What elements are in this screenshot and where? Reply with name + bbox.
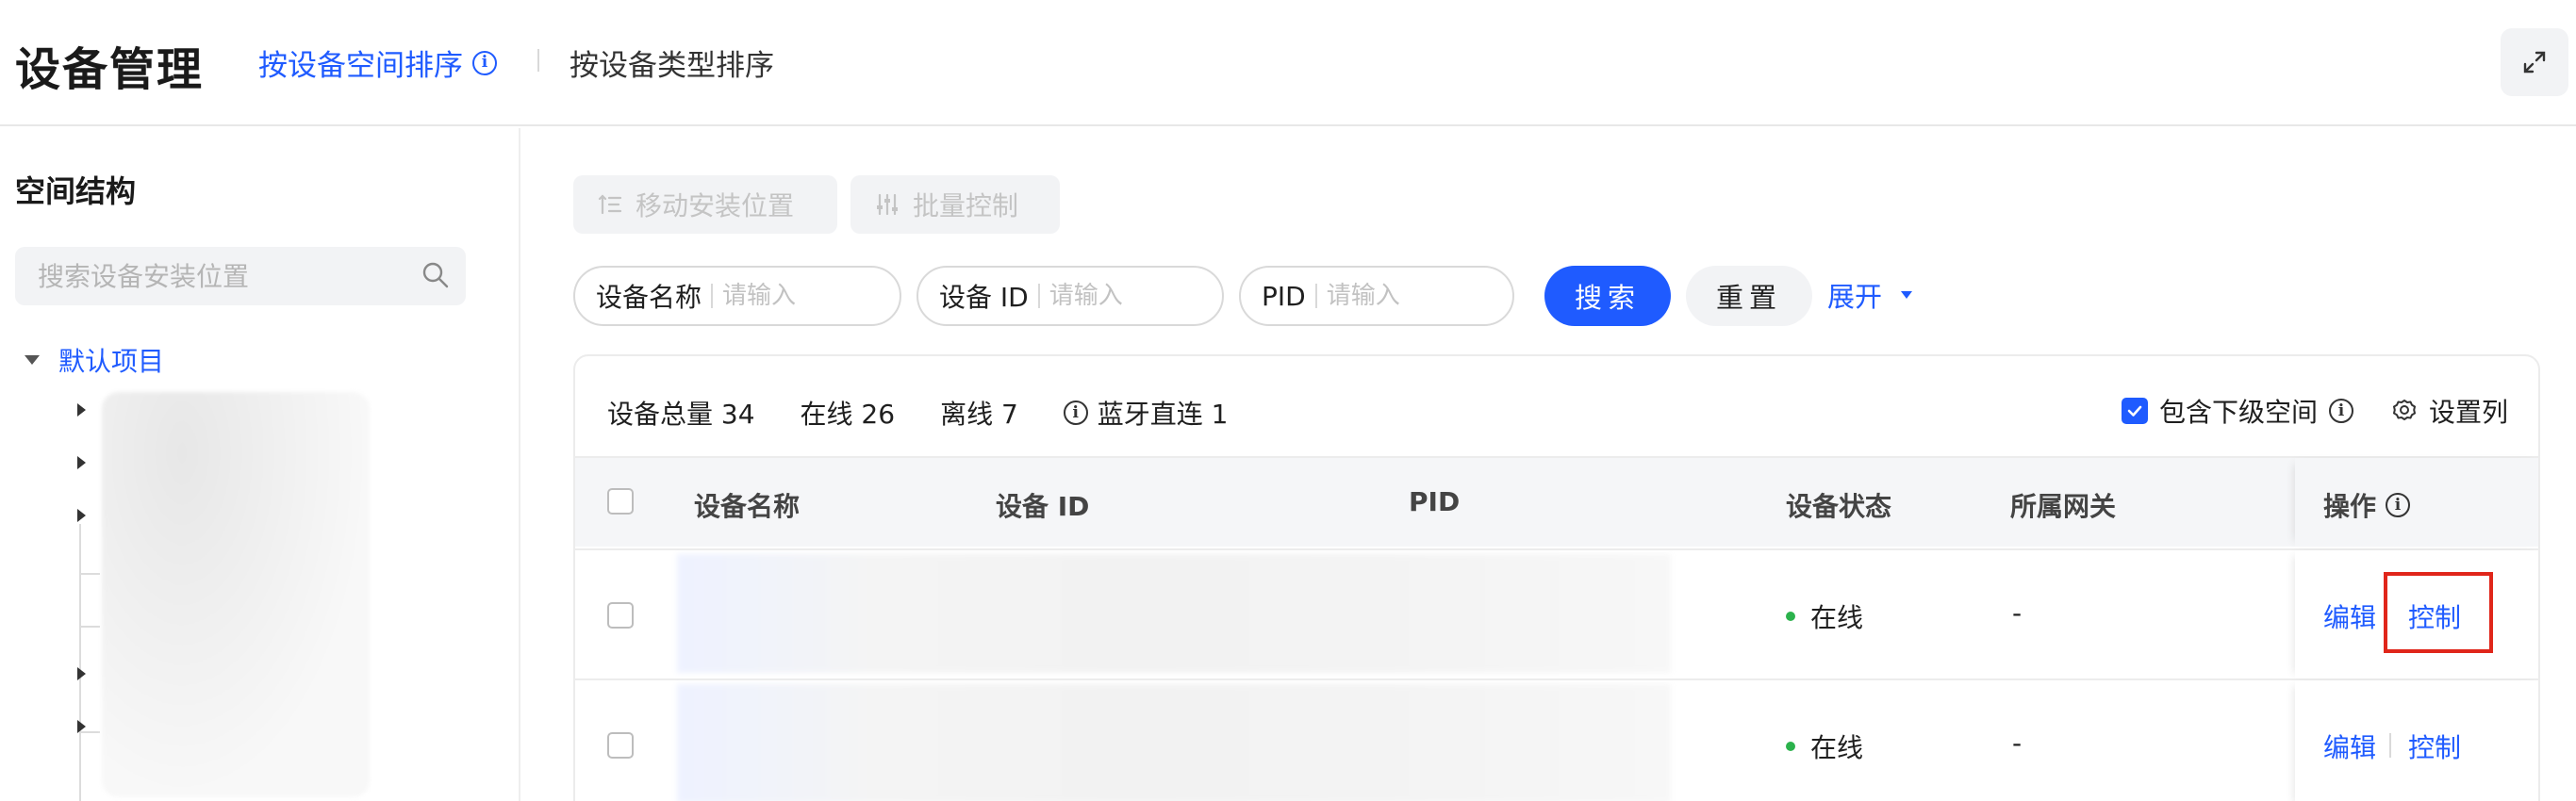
tree-connector xyxy=(79,626,100,628)
caret-right-icon[interactable] xyxy=(77,456,86,469)
tree-node-label: 默认项目 xyxy=(58,346,165,377)
pid-filter: PID xyxy=(1239,266,1514,326)
include-subspace-label: 包含下级空间 xyxy=(2158,397,2318,428)
op-column-header: 操作 i xyxy=(2295,458,2538,547)
edit-link[interactable]: 编辑 xyxy=(2323,597,2376,635)
stat-total: 设备总量 34 xyxy=(607,399,755,430)
blurred-device-info xyxy=(677,554,1671,673)
info-icon[interactable]: i xyxy=(1063,400,1088,425)
device-stats: 设备总量 34 在线 26 离线 7 i 蓝牙直连 1 xyxy=(607,394,1229,432)
set-columns-button[interactable]: 设置列 xyxy=(2391,392,2508,430)
tab-sort-by-type[interactable]: 按设备类型排序 xyxy=(570,41,774,84)
device-status: 在线 xyxy=(1786,727,1863,765)
row-checkbox[interactable] xyxy=(607,602,634,629)
blurred-device-info xyxy=(677,684,1671,801)
expand-icon xyxy=(2523,51,2546,74)
op-cell: 编辑 控制 xyxy=(2295,680,2538,801)
table-header: 设备名称 设备 ID PID 设备状态 所属网关 操作 i xyxy=(575,456,2538,547)
col-operations: 操作 i xyxy=(2323,486,2411,524)
tree-node-default-project[interactable]: 默认项目 xyxy=(25,341,164,379)
sidebar-title: 空间结构 xyxy=(15,173,137,209)
device-name-filter: 设备名称 xyxy=(573,266,901,326)
search-button[interactable]: 搜索 xyxy=(1544,266,1671,326)
fullscreen-button[interactable] xyxy=(2501,28,2568,96)
move-location-label: 移动安装位置 xyxy=(636,190,795,221)
col-operations-label: 操作 xyxy=(2323,491,2377,522)
device-table-panel: 设备总量 34 在线 26 离线 7 i 蓝牙直连 1 包含下级空间 i 设置列… xyxy=(573,354,2540,801)
check-icon xyxy=(2127,405,2142,417)
online-dot-icon xyxy=(1786,612,1795,621)
device-status-label: 在线 xyxy=(1810,732,1864,763)
col-gateway[interactable]: 所属网关 xyxy=(2010,486,2116,524)
caret-right-icon[interactable] xyxy=(77,509,86,522)
batch-control-button[interactable]: 批量控制 xyxy=(850,175,1060,234)
device-status-label: 在线 xyxy=(1810,602,1864,633)
device-name-input[interactable] xyxy=(722,282,855,310)
tab-divider xyxy=(537,49,539,72)
device-name-filter-label: 设备名称 xyxy=(596,282,702,313)
location-search-input[interactable] xyxy=(38,247,415,305)
info-icon[interactable]: i xyxy=(472,50,497,75)
device-id-input[interactable] xyxy=(1049,282,1181,310)
expand-filters-button[interactable]: 展开 xyxy=(1827,275,1913,315)
link-divider xyxy=(2389,733,2391,758)
stat-ble-label: 蓝牙直连 1 xyxy=(1097,399,1229,430)
gateway-value: - xyxy=(2012,727,2023,759)
tab-sort-by-space-label: 按设备空间排序 xyxy=(258,49,463,83)
blurred-tree-items xyxy=(102,392,370,797)
select-all-checkbox[interactable] xyxy=(607,488,634,515)
edit-link[interactable]: 编辑 xyxy=(2323,727,2376,765)
tab-sort-by-space[interactable]: 按设备空间排序 i xyxy=(258,41,497,84)
table-row: 在线 - 编辑 控制 xyxy=(575,548,2538,678)
col-pid[interactable]: PID xyxy=(1409,486,1460,517)
reset-button[interactable]: 重置 xyxy=(1686,266,1812,326)
col-device-status[interactable]: 设备状态 xyxy=(1786,486,1891,524)
tree-connector xyxy=(79,524,81,801)
stat-ble: i 蓝牙直连 1 xyxy=(1063,394,1229,432)
pid-input[interactable] xyxy=(1326,282,1459,310)
highlight-box xyxy=(2384,572,2493,653)
filter-divider xyxy=(711,284,714,308)
device-id-filter-label: 设备 ID xyxy=(939,282,1029,313)
stat-offline: 离线 7 xyxy=(940,399,1018,430)
device-id-filter: 设备 ID xyxy=(916,266,1224,326)
space-tree-sidebar: 空间结构 默认项目 xyxy=(0,128,520,801)
caret-down-icon[interactable] xyxy=(25,355,40,365)
move-location-button[interactable]: 移动安装位置 xyxy=(573,175,837,234)
caret-right-icon[interactable] xyxy=(77,403,86,417)
stat-online: 在线 26 xyxy=(800,399,896,430)
gear-icon xyxy=(2392,400,2416,420)
set-columns-label: 设置列 xyxy=(2428,397,2508,428)
page-title: 设备管理 xyxy=(15,43,205,96)
pid-filter-label: PID xyxy=(1262,280,1306,312)
device-management-page: 设备管理 按设备空间排序 i 按设备类型排序 空间结构 默认项目 xyxy=(0,0,2576,801)
gateway-value: - xyxy=(2012,597,2023,629)
control-link[interactable]: 控制 xyxy=(2408,727,2461,765)
location-search xyxy=(15,247,466,305)
device-status: 在线 xyxy=(1786,597,1863,635)
col-device-id[interactable]: 设备 ID xyxy=(996,486,1089,524)
filter-divider xyxy=(1314,284,1317,308)
info-icon[interactable]: i xyxy=(2386,493,2411,517)
info-icon[interactable]: i xyxy=(2328,399,2353,423)
col-device-name[interactable]: 设备名称 xyxy=(694,486,800,524)
table-options: 包含下级空间 i 设置列 xyxy=(2121,392,2508,430)
page-header: 设备管理 按设备空间排序 i 按设备类型排序 xyxy=(0,0,2576,126)
batch-control-label: 批量控制 xyxy=(913,190,1019,221)
include-subspace-toggle[interactable]: 包含下级空间 i xyxy=(2121,392,2353,430)
search-icon[interactable] xyxy=(421,260,451,290)
caret-right-icon[interactable] xyxy=(77,720,86,733)
caret-right-icon[interactable] xyxy=(77,667,86,680)
sort-list-icon xyxy=(598,194,622,215)
checkbox-checked[interactable] xyxy=(2121,398,2148,424)
expand-filters-label: 展开 xyxy=(1827,281,1883,313)
online-dot-icon xyxy=(1786,742,1795,751)
table-row: 在线 - 编辑 控制 xyxy=(575,678,2538,801)
chevron-down-icon xyxy=(1901,291,1913,299)
tree-connector xyxy=(79,573,100,575)
filter-divider xyxy=(1037,284,1040,308)
row-checkbox[interactable] xyxy=(607,732,634,759)
main-content: 移动安装位置 批量控制 设备名称 设备 ID PID 搜索 xyxy=(573,128,2576,801)
sliders-icon xyxy=(877,193,898,216)
